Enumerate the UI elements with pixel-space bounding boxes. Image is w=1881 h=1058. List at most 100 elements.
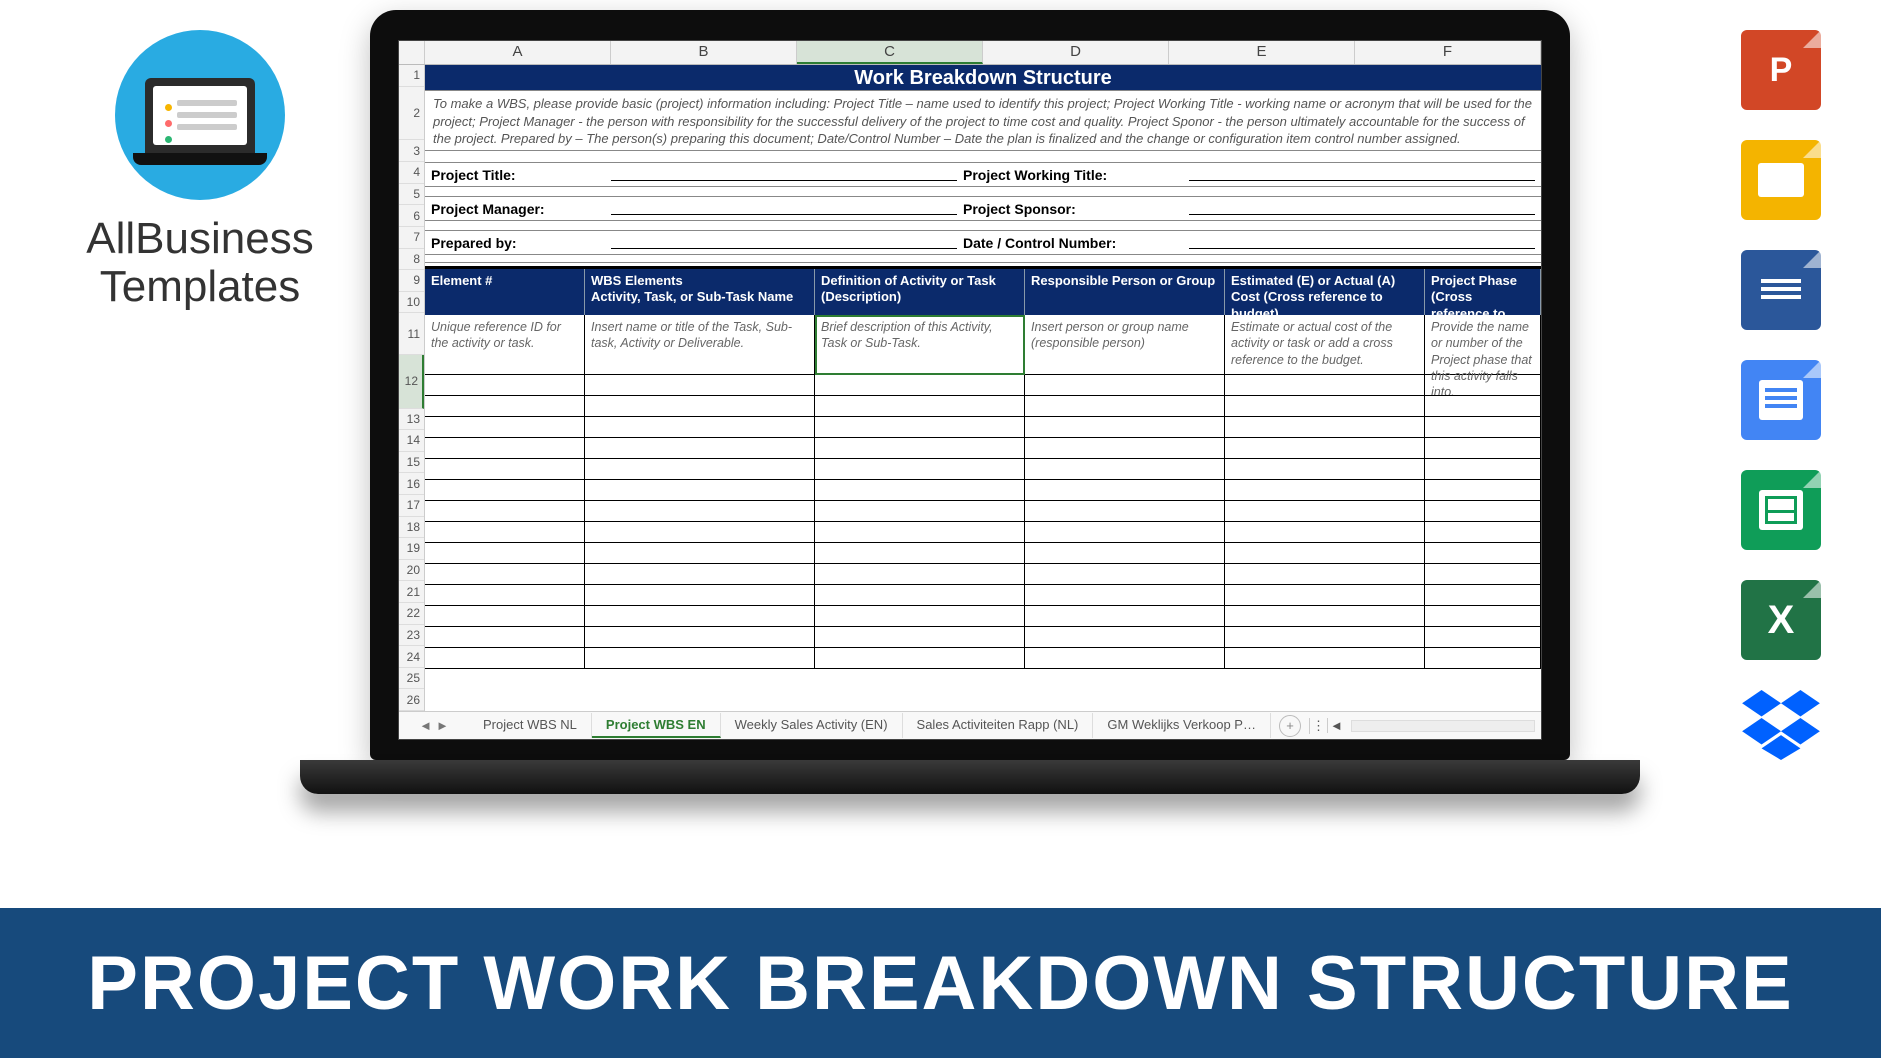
table-cell[interactable] <box>815 438 1025 459</box>
meta-input-right[interactable] <box>1189 165 1535 181</box>
table-cell[interactable] <box>1225 543 1425 564</box>
table-cell[interactable] <box>585 480 815 501</box>
row-number[interactable]: 2 <box>399 87 424 141</box>
table-cell[interactable] <box>1425 543 1541 564</box>
row-number[interactable]: 20 <box>399 560 424 582</box>
table-cell[interactable] <box>1025 417 1225 438</box>
meta-input-right[interactable] <box>1189 199 1535 215</box>
table-cell[interactable] <box>1025 627 1225 648</box>
table-cell[interactable] <box>585 417 815 438</box>
table-cell[interactable] <box>815 648 1025 669</box>
table-cell[interactable] <box>425 564 585 585</box>
row-number[interactable]: 1 <box>399 65 424 87</box>
row-number[interactable]: 24 <box>399 646 424 668</box>
row-number[interactable]: 7 <box>399 227 424 249</box>
table-cell[interactable] <box>1025 543 1225 564</box>
table-hint-cell[interactable]: Provide the name or number of the Projec… <box>1425 315 1541 375</box>
table-cell[interactable] <box>1225 375 1425 396</box>
meta-input-left[interactable] <box>611 165 957 181</box>
row-number[interactable]: 16 <box>399 473 424 495</box>
row-number[interactable]: 10 <box>399 292 424 314</box>
table-cell[interactable] <box>1025 585 1225 606</box>
table-cell[interactable] <box>1225 606 1425 627</box>
table-cell[interactable] <box>425 459 585 480</box>
table-cell[interactable] <box>1225 585 1425 606</box>
sheet-tab[interactable]: Project WBS NL <box>469 713 592 738</box>
row-number[interactable]: 18 <box>399 517 424 539</box>
row-number[interactable]: 17 <box>399 495 424 517</box>
horizontal-scrollbar[interactable] <box>1351 720 1535 732</box>
table-cell[interactable] <box>1225 396 1425 417</box>
table-cell[interactable] <box>425 417 585 438</box>
tab-nav-next-icon[interactable]: ► <box>436 718 449 733</box>
table-cell[interactable] <box>1025 501 1225 522</box>
table-cell[interactable] <box>585 543 815 564</box>
table-cell[interactable] <box>585 648 815 669</box>
table-cell[interactable] <box>425 438 585 459</box>
meta-input-right[interactable] <box>1189 233 1535 249</box>
table-cell[interactable] <box>1025 522 1225 543</box>
table-hint-cell[interactable]: Insert person or group name (responsible… <box>1025 315 1225 375</box>
table-cell[interactable] <box>1025 438 1225 459</box>
table-cell[interactable] <box>815 417 1025 438</box>
table-cell[interactable] <box>585 459 815 480</box>
table-cell[interactable] <box>1025 459 1225 480</box>
column-header[interactable]: E <box>1169 41 1355 64</box>
table-cell[interactable] <box>1425 459 1541 480</box>
table-cell[interactable] <box>1225 522 1425 543</box>
row-number[interactable]: 3 <box>399 140 424 162</box>
table-cell[interactable] <box>815 606 1025 627</box>
table-cell[interactable] <box>585 375 815 396</box>
table-cell[interactable] <box>425 396 585 417</box>
column-header[interactable]: B <box>611 41 797 64</box>
table-cell[interactable] <box>1425 648 1541 669</box>
table-cell[interactable] <box>425 627 585 648</box>
table-cell[interactable] <box>585 396 815 417</box>
add-sheet-button[interactable]: + <box>1279 715 1301 737</box>
table-cell[interactable] <box>425 543 585 564</box>
table-cell[interactable] <box>1025 480 1225 501</box>
row-number[interactable]: 19 <box>399 538 424 560</box>
row-number[interactable]: 4 <box>399 162 424 184</box>
column-header[interactable]: F <box>1355 41 1541 64</box>
table-cell[interactable] <box>425 501 585 522</box>
table-cell[interactable] <box>1225 501 1425 522</box>
row-number[interactable]: 12 <box>399 355 424 409</box>
table-cell[interactable] <box>1025 396 1225 417</box>
table-cell[interactable] <box>815 522 1025 543</box>
table-cell[interactable] <box>1425 606 1541 627</box>
row-number[interactable]: 11 <box>399 313 424 354</box>
table-cell[interactable] <box>585 522 815 543</box>
table-cell[interactable] <box>425 480 585 501</box>
table-cell[interactable] <box>1225 648 1425 669</box>
tab-nav-prev-icon[interactable]: ◄ <box>419 718 432 733</box>
tab-scroll-thumb-icon[interactable]: ◄ <box>1327 718 1345 733</box>
table-cell[interactable] <box>1425 585 1541 606</box>
table-cell[interactable] <box>1225 564 1425 585</box>
tab-scroll-left-icon[interactable]: ⋮ <box>1309 718 1327 734</box>
column-header[interactable]: D <box>983 41 1169 64</box>
table-cell[interactable] <box>585 438 815 459</box>
table-cell[interactable] <box>815 543 1025 564</box>
table-cell[interactable] <box>815 564 1025 585</box>
table-hint-cell[interactable]: Unique reference ID for the activity or … <box>425 315 585 375</box>
table-cell[interactable] <box>585 606 815 627</box>
table-cell[interactable] <box>815 375 1025 396</box>
table-cell[interactable] <box>1025 648 1225 669</box>
row-number[interactable]: 13 <box>399 409 424 431</box>
sheet-tab[interactable]: Project WBS EN <box>592 713 721 738</box>
table-cell[interactable] <box>425 648 585 669</box>
meta-input-left[interactable] <box>611 199 957 215</box>
table-cell[interactable] <box>585 501 815 522</box>
table-cell[interactable] <box>1425 627 1541 648</box>
sheet-tab[interactable]: GM Weklijks Verkoop P… <box>1093 713 1271 738</box>
table-cell[interactable] <box>1025 564 1225 585</box>
table-cell[interactable] <box>425 585 585 606</box>
table-cell[interactable] <box>1425 396 1541 417</box>
table-cell[interactable] <box>1425 417 1541 438</box>
sheet-tab[interactable]: Weekly Sales Activity (EN) <box>721 713 903 738</box>
row-number[interactable]: 22 <box>399 603 424 625</box>
table-cell[interactable] <box>1025 606 1225 627</box>
row-number[interactable]: 9 <box>399 270 424 292</box>
table-cell[interactable] <box>425 375 585 396</box>
